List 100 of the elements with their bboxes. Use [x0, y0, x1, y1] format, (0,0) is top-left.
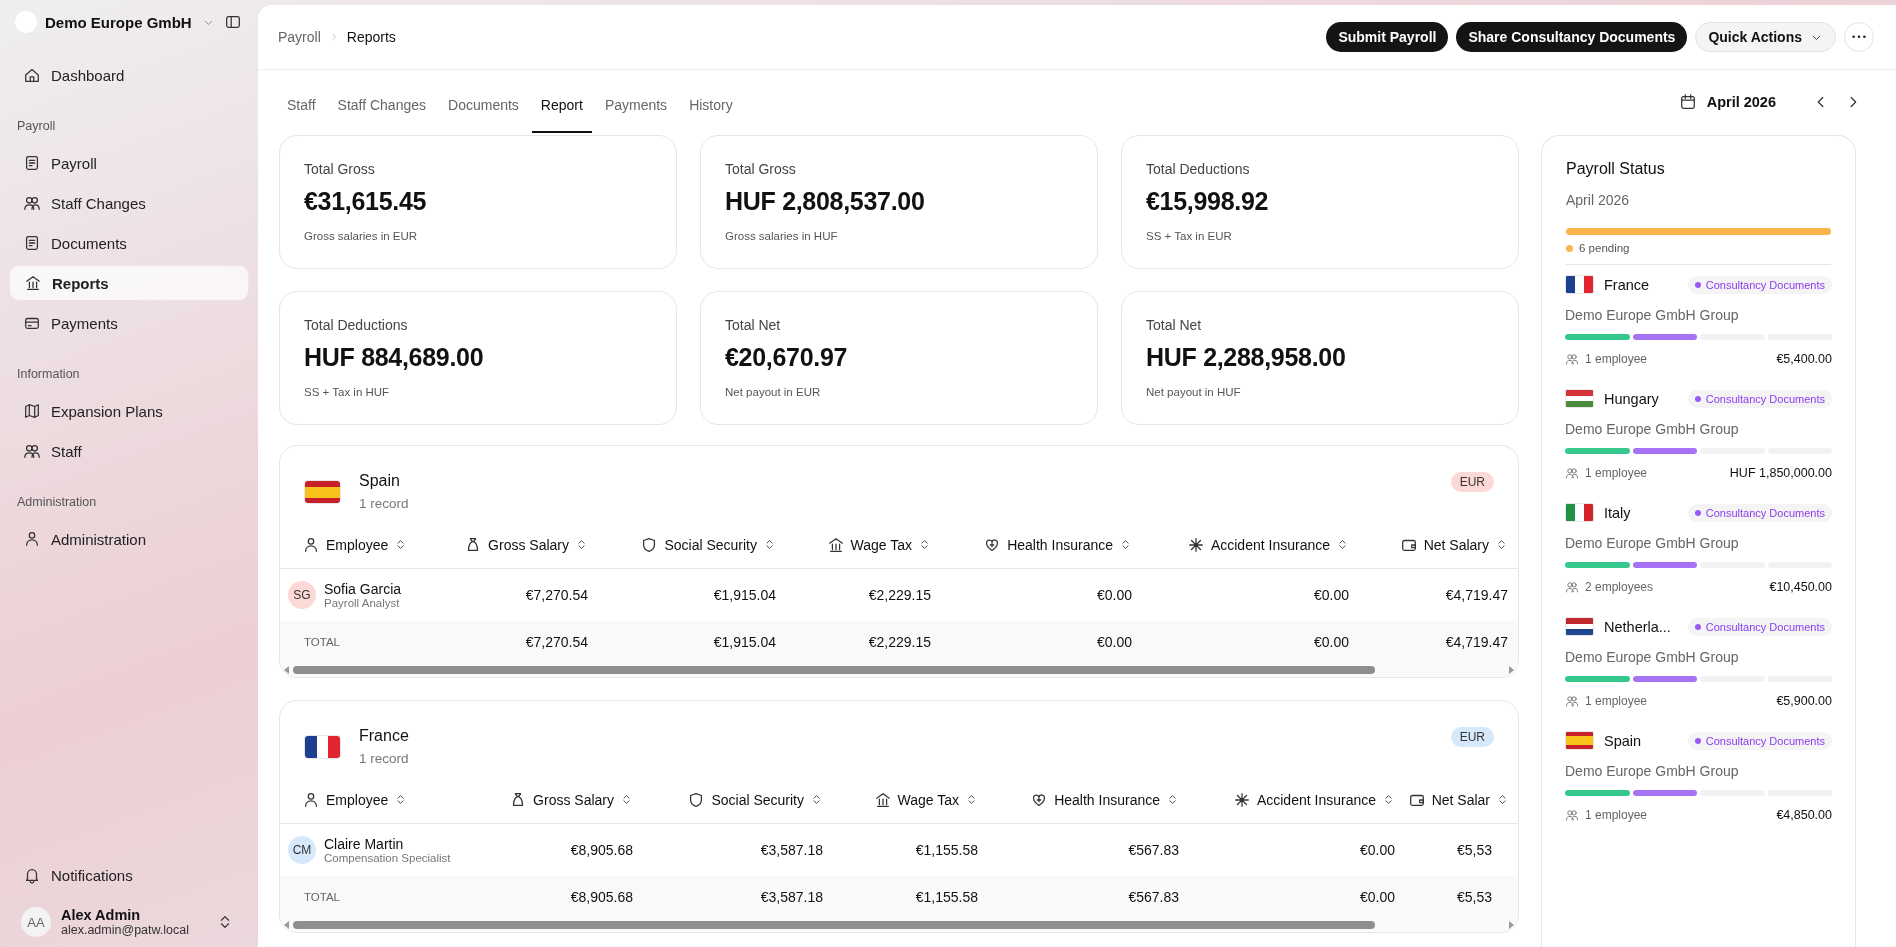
tab[interactable]: Staff [278, 70, 325, 133]
table-cell-text: €567.83 [1127, 841, 1180, 860]
group-name: Demo Europe GmbH Group [1565, 421, 1740, 437]
sort-icon [763, 538, 776, 551]
notifications-link[interactable]: Notifications [9, 857, 249, 893]
breadcrumb-link[interactable]: Reports [346, 29, 396, 45]
table-cell-text: €7,270.54 [524, 586, 589, 605]
table-cell-text: €0.00 [1358, 841, 1396, 860]
nav-item[interactable]: Administration [9, 521, 249, 557]
column-header[interactable]: Employee [280, 776, 478, 824]
sort-icon [620, 793, 633, 806]
people-icon [1565, 352, 1579, 366]
horizontal-scrollbar[interactable] [280, 918, 1518, 932]
nav-item[interactable]: Documents [9, 225, 249, 261]
action-button[interactable]: Submit Payroll [1326, 22, 1449, 52]
table-cell-text: €5,53 [1456, 841, 1494, 860]
people-icon [1565, 694, 1579, 708]
group-name: Demo Europe GmbH Group [1565, 649, 1740, 665]
panel-period: April 2026 [1566, 192, 1631, 208]
stat-value: HUF 2,288,958.00 [1146, 343, 1347, 372]
nav-section-label: Administration [16, 494, 98, 511]
user-avatar: AA [21, 907, 51, 937]
employee-count: 1 employee [1585, 352, 1648, 366]
sort-icon [810, 793, 823, 806]
group-name: Demo Europe GmbH Group [1565, 307, 1740, 323]
table-cell-text: €3,587.18 [759, 841, 824, 860]
action-button[interactable]: Share Consultancy Documents [1456, 22, 1688, 52]
status-badge: Consultancy Documents [1687, 275, 1832, 294]
stat-note: SS + Tax in HUF [304, 386, 391, 398]
table-cell-text: €4,719.47 [1444, 586, 1509, 605]
total-cell: €0.00 [941, 621, 1142, 663]
stat-value: HUF 884,689.00 [304, 343, 485, 372]
nav-item[interactable]: Staff [9, 433, 249, 469]
amount: HUF 1,850,000.00 [1729, 466, 1832, 480]
nav-item[interactable]: Dashboard [9, 57, 249, 93]
total-cell: €0.00 [1142, 621, 1359, 663]
employee-count: 1 employee [1585, 808, 1648, 822]
stat-title: Total Gross [304, 161, 376, 177]
column-header[interactable]: Wage Tax [833, 776, 988, 824]
nav-icon [23, 402, 41, 420]
column-header[interactable]: Net Salar [1405, 776, 1518, 824]
nav-item[interactable]: Staff Changes [9, 185, 249, 221]
table-cell-text: €1,915.04 [712, 586, 777, 605]
column-header[interactable]: Health Insurance [988, 776, 1189, 824]
stat-title: Total Deductions [1146, 161, 1251, 177]
employee-count: 1 employee [1585, 694, 1648, 708]
tab[interactable]: Report [531, 70, 592, 133]
user-name: Alex Admin [61, 907, 142, 923]
sort-icon [575, 538, 588, 551]
country-name: France [359, 727, 409, 745]
stat-note: Net payout in HUF [1146, 386, 1242, 398]
horizontal-scrollbar[interactable] [280, 663, 1518, 677]
tab[interactable]: Payments [595, 70, 677, 133]
employee-count: 1 employee [1585, 466, 1648, 480]
quick-actions-button[interactable]: Quick Actions [1695, 22, 1836, 52]
tab[interactable]: History [680, 70, 742, 133]
nav-icon [23, 442, 41, 460]
total-label: TOTAL [280, 621, 448, 663]
column-header[interactable]: Health Insurance [941, 521, 1142, 569]
column-header[interactable]: Employee [280, 521, 448, 569]
country-name: France [1604, 276, 1651, 293]
amount: €4,850.00 [1776, 808, 1832, 822]
column-header[interactable]: Accident Insurance [1189, 776, 1405, 824]
nav-item[interactable]: Expansion Plans [9, 393, 249, 429]
column-header[interactable]: Gross Salary [448, 521, 598, 569]
column-header[interactable]: Wage Tax [786, 521, 941, 569]
stat-title: Total Gross [725, 161, 797, 177]
column-header[interactable]: Gross Salary [478, 776, 643, 824]
tab[interactable]: Staff Changes [328, 70, 436, 133]
country-name: Spain [1604, 732, 1643, 749]
bell-icon [23, 866, 41, 884]
nav-icon [23, 194, 41, 212]
stat-value: €31,615.45 [304, 187, 428, 216]
column-header[interactable]: Accident Insurance [1142, 521, 1359, 569]
nav-icon [23, 154, 41, 172]
breadcrumb-link[interactable]: Payroll [278, 29, 321, 45]
sort-icon [1496, 793, 1509, 806]
people-icon [1565, 808, 1579, 822]
tab[interactable]: Documents [439, 70, 528, 133]
country-name: Italy [1604, 504, 1632, 521]
amount: €10,450.00 [1769, 580, 1832, 594]
column-header[interactable]: Net Salary [1359, 521, 1518, 569]
column-header[interactable]: Social Security [643, 776, 833, 824]
employee-role: Compensation Specialist [324, 852, 451, 864]
people-icon [1565, 580, 1579, 594]
column-icon [1232, 790, 1251, 809]
total-cell: €3,587.18 [643, 876, 833, 918]
nav-item[interactable]: Reports [9, 265, 249, 301]
column-icon [826, 535, 845, 554]
record-count: 1 record [359, 751, 409, 766]
total-cell: €4,719.47 [1359, 621, 1518, 663]
nav-section-label: Information [16, 366, 81, 383]
sort-icon [1119, 538, 1132, 551]
nav-item[interactable]: Payroll [9, 145, 249, 181]
nav-item[interactable]: Payments [9, 305, 249, 341]
employee-count: 2 employees [1585, 580, 1654, 594]
column-header[interactable]: Social Security [598, 521, 786, 569]
table-cell-text: €2,229.15 [867, 586, 932, 605]
org-switcher[interactable]: Demo Europe GmbH [45, 13, 215, 31]
period-picker[interactable]: April 2026 [1678, 92, 1776, 111]
